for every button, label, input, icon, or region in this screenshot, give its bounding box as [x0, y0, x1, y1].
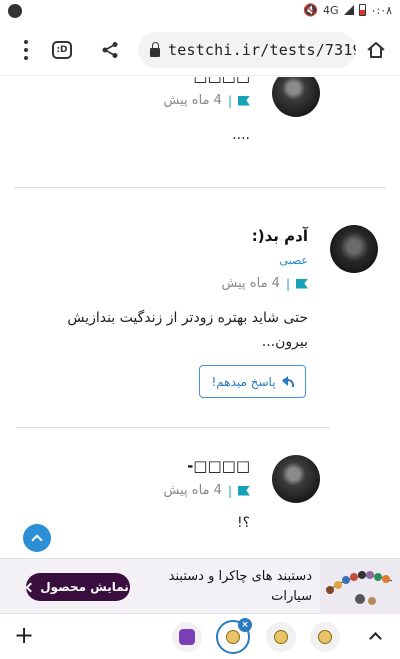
comment-text: حتی شاید بهتره زودتر از زندگیت بندازیش ب…	[67, 310, 308, 350]
tab-thumbnail[interactable]	[172, 622, 202, 652]
cta-label: نمایش محصول	[40, 580, 129, 594]
tab-bar: + ×	[0, 614, 400, 659]
chevron-left-icon	[25, 582, 36, 592]
comment-meta: | 4 ماه پیش	[164, 93, 250, 108]
reader-mode-icon[interactable]: :D	[52, 41, 72, 59]
share-icon[interactable]	[98, 38, 122, 62]
flag-icon[interactable]	[238, 95, 250, 106]
divider	[16, 427, 330, 428]
comment-meta: | 4 ماه پیش	[222, 276, 308, 291]
close-icon[interactable]: ×	[238, 618, 252, 632]
reply-button[interactable]: پاسخ میدهم!	[199, 365, 306, 398]
home-icon[interactable]	[364, 38, 388, 62]
comment-time: 4 ماه پیش	[221, 276, 280, 291]
tab-thumbnail[interactable]	[310, 622, 340, 652]
comment-author[interactable]: آدم بد(:	[252, 227, 308, 245]
flag-icon[interactable]	[238, 485, 250, 496]
reply-label: پاسخ میدهم!	[211, 374, 276, 389]
status-bar: 🔇 4G ۰:۰۸	[0, 0, 400, 24]
ad-title[interactable]: دستبند های چاکرا و دستبند سیارات	[162, 567, 312, 607]
menu-icon[interactable]	[14, 38, 38, 62]
flag-icon[interactable]	[296, 278, 308, 289]
comment-time: 4 ماه پیش	[163, 483, 222, 498]
avatar[interactable]	[330, 225, 378, 273]
battery-icon	[358, 4, 366, 16]
comment-text: ....	[232, 127, 250, 143]
lock-icon	[150, 41, 160, 57]
comment-time: 4 ماه پیش	[163, 93, 222, 108]
tab-thumbnail[interactable]	[266, 622, 296, 652]
scroll-to-top-button[interactable]	[23, 524, 51, 552]
new-tab-button[interactable]: +	[14, 623, 34, 647]
comments-area: □□□□ | 4 ماه پیش .... آدم بد(: عصبی | 4 …	[0, 77, 400, 558]
reply-icon	[281, 375, 294, 387]
show-product-button[interactable]: نمایش محصول	[25, 573, 130, 601]
comment-meta: | 4 ماه پیش	[164, 483, 250, 498]
comment-author[interactable]: □□□□-	[187, 457, 250, 475]
status-icons: 🔇 4G ۰:۰۸	[303, 3, 392, 17]
comment-item: □□□□	[50, 77, 250, 85]
avatar[interactable]	[272, 77, 320, 117]
clock: ۰:۰۸	[370, 3, 392, 17]
divider	[14, 187, 386, 188]
avatar[interactable]	[272, 455, 320, 503]
chevron-up-icon[interactable]	[369, 632, 382, 645]
signal-icon	[343, 5, 354, 15]
notification-icon	[8, 4, 22, 18]
comment-author[interactable]: □□□□	[50, 77, 250, 85]
network-label: 4G	[323, 3, 339, 17]
tab-thumbnail-active[interactable]: ×	[216, 618, 252, 654]
url-text: testchi.ir/tests/731987	[168, 41, 356, 59]
browser-toolbar: :D testchi.ir/tests/731987	[0, 24, 400, 76]
product-image[interactable]	[320, 559, 400, 615]
mute-icon: 🔇	[303, 3, 319, 17]
comment-tag: عصبی	[279, 254, 308, 267]
comment-text: ؟!	[236, 515, 250, 531]
address-bar[interactable]: testchi.ir/tests/731987	[138, 32, 356, 68]
ad-banner[interactable]: دستبند های چاکرا و دستبند سیارات نمایش م…	[0, 558, 400, 615]
